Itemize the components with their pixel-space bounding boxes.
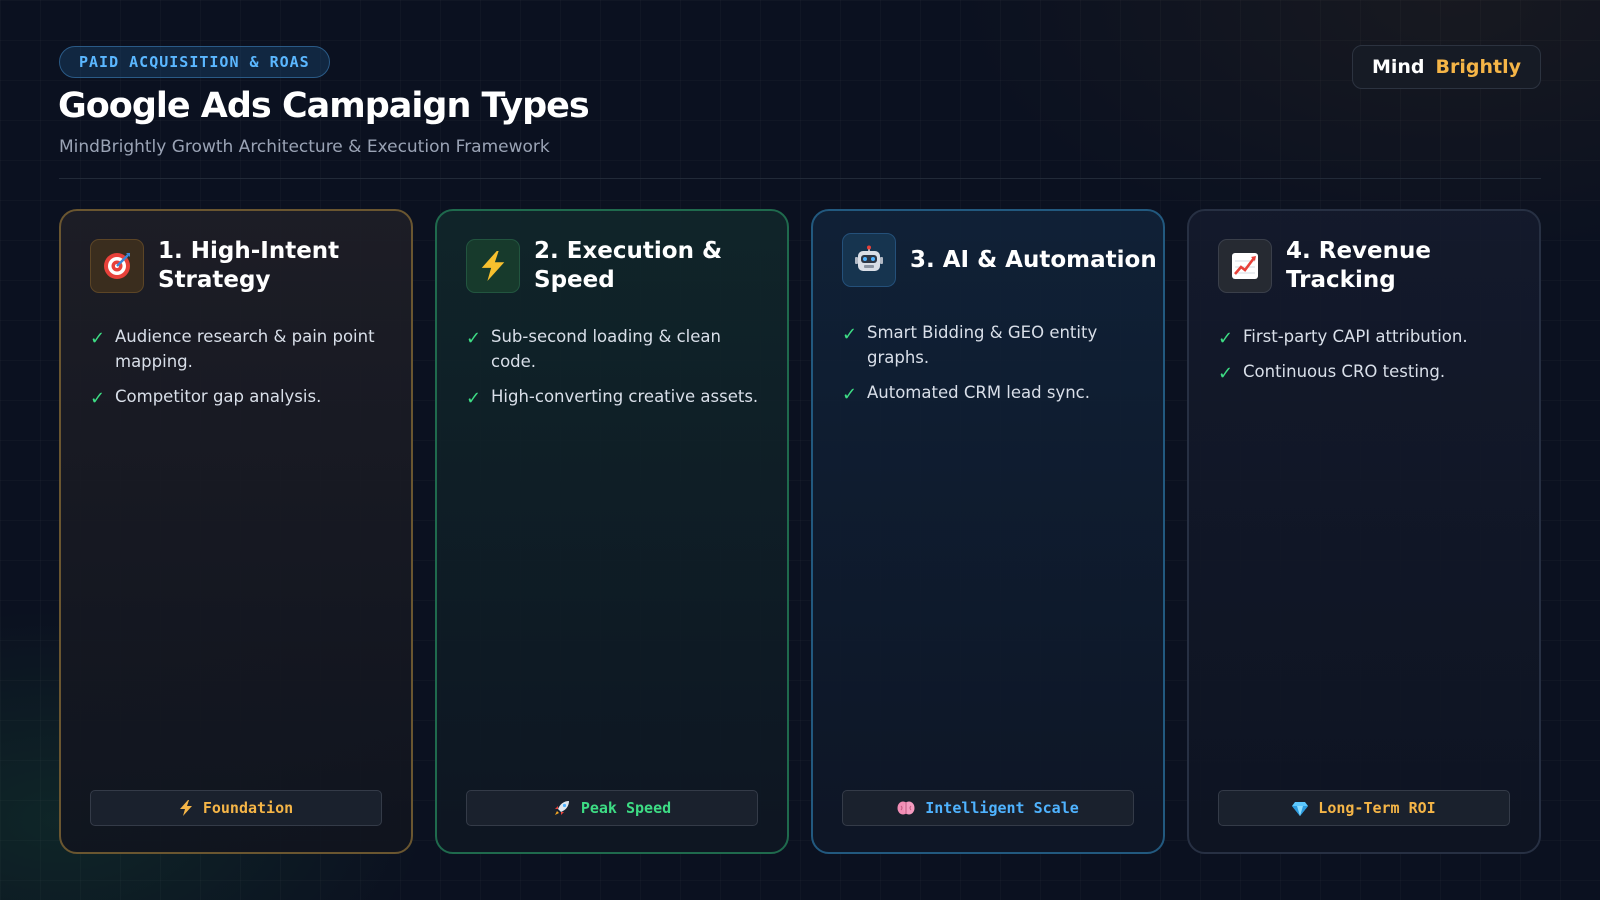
check-icon: ✓ (1218, 363, 1234, 384)
list-item: ✓ Continuous CRO testing. (1218, 362, 1446, 384)
card-ai-automation: 3. AI & Automation ✓ Smart Bidding & GEO … (811, 209, 1165, 854)
robot-icon (842, 233, 896, 287)
check-icon: ✓ (90, 328, 106, 349)
card-execution-speed: 2. Execution & Speed ✓ Sub-second loading… (435, 209, 789, 854)
bullet-list: ✓ Sub-second loading & clean code. ✓ High-… (466, 324, 763, 419)
list-item: ✓ Sub-second loading & clean code. (466, 327, 721, 371)
bullet-list: ✓ Smart Bidding & GEO entity graphs. ✓ Aut… (842, 320, 1139, 415)
page-subtitle: MindBrightly Growth Architecture & Execu… (59, 137, 550, 157)
check-icon: ✓ (466, 328, 482, 349)
brain-icon (897, 800, 915, 816)
bullet-list: ✓ First-party CAPI attribution. ✓ Continuo… (1218, 324, 1515, 394)
category-pill: PAID ACQUISITION & ROAS (59, 46, 330, 78)
card-title: 3. AI & Automation (910, 246, 1157, 273)
footer-label: Intelligent Scale (925, 799, 1079, 817)
footer-label: Peak Speed (580, 799, 672, 817)
target-icon (90, 239, 144, 293)
check-icon: ✓ (466, 388, 482, 409)
lightning-icon (179, 800, 193, 816)
list-item: ✓ High-converting creative assets. (466, 387, 759, 409)
check-icon: ✓ (1218, 328, 1234, 349)
card-title: 2. Execution & Speed (534, 238, 723, 293)
rocket-icon (553, 799, 571, 817)
footer-label: Long-Term ROI (1318, 799, 1436, 817)
slide: PAID ACQUISITION & ROAS Google Ads Campa… (0, 0, 1600, 900)
check-icon: ✓ (842, 324, 858, 345)
list-item: ✓ Audience research & pain point mapping. (90, 327, 375, 371)
card-header: 2. Execution & Speed (466, 236, 767, 296)
header-divider (59, 178, 1541, 179)
page-title: Google Ads Campaign Types (58, 86, 590, 126)
foundation-button[interactable]: Foundation (90, 790, 382, 826)
footer-label: Foundation (202, 799, 294, 817)
bullet-list: ✓ Audience research & pain point mapping.… (90, 324, 387, 419)
intelligent-scale-button[interactable]: Intelligent Scale (842, 790, 1134, 826)
list-item: ✓ First-party CAPI attribution. (1218, 327, 1468, 349)
card-revenue-tracking: 4. Revenue Tracking ✓ First-party CAPI at… (1187, 209, 1541, 854)
peak-speed-button[interactable]: Peak Speed (466, 790, 758, 826)
list-item: ✓ Automated CRM lead sync. (842, 383, 1090, 405)
card-header: 1. High-Intent Strategy (90, 236, 391, 296)
long-term-roi-button[interactable]: Long-Term ROI (1218, 790, 1510, 826)
logo-word-brightly: Brightly (1435, 56, 1521, 78)
gem-icon (1292, 801, 1309, 816)
card-title: 4. Revenue Tracking (1286, 238, 1431, 293)
logo-word-mind: Mind (1371, 56, 1425, 78)
check-icon: ✓ (90, 388, 106, 409)
chart-increasing-icon (1218, 239, 1272, 293)
check-icon: ✓ (842, 384, 858, 405)
lightning-icon (466, 239, 520, 293)
card-header: 3. AI & Automation (842, 232, 1157, 288)
card-header: 4. Revenue Tracking (1218, 236, 1519, 296)
list-item: ✓ Competitor gap analysis. (90, 387, 322, 409)
brand-logo: Mind Brightly (1351, 45, 1541, 89)
card-title: 1. High-Intent Strategy (158, 238, 340, 293)
list-item: ✓ Smart Bidding & GEO entity graphs. (842, 323, 1098, 367)
card-high-intent-strategy: 1. High-Intent Strategy ✓ Audience resear… (59, 209, 413, 854)
